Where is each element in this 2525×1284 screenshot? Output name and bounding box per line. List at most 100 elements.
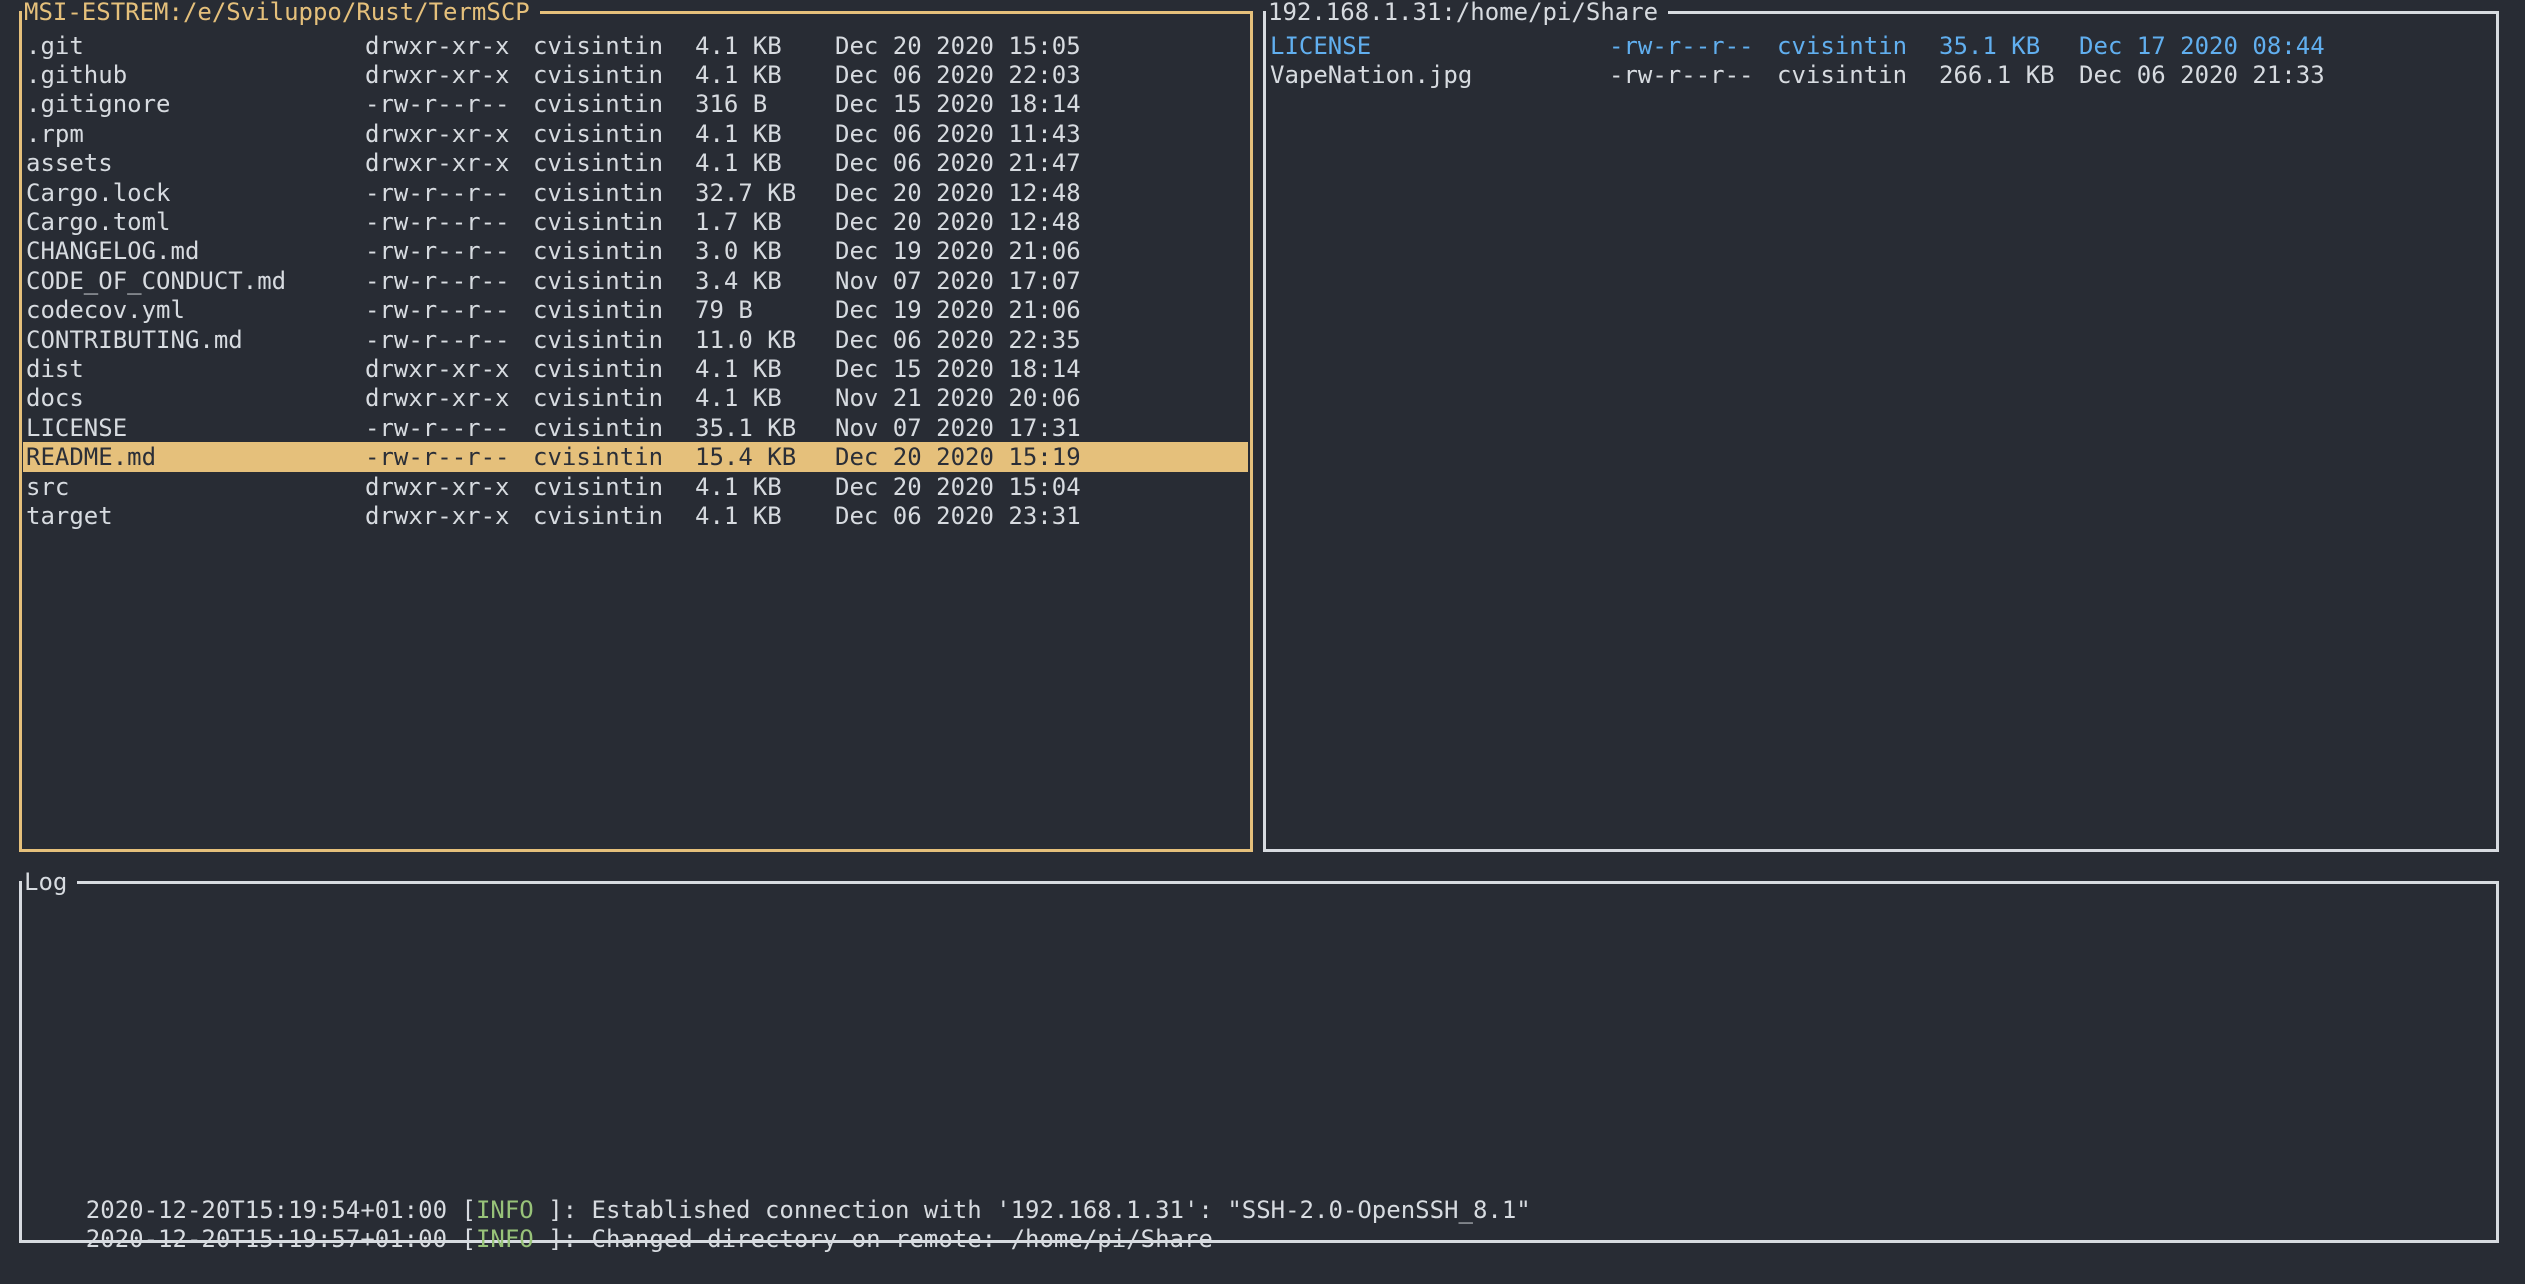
file-size: 15.4 KB [695, 443, 835, 471]
file-row[interactable]: dist drwxr-xr-x cvisintin 4.1 KB Dec 15 … [23, 354, 1248, 383]
file-permissions: -rw-r--r-- [1609, 32, 1777, 60]
log-list: 2020-12-20T15:19:54+01:00 [INFO ]: Estab… [22, 1166, 2496, 1240]
file-permissions: drwxr-xr-x [365, 355, 533, 383]
file-permissions: -rw-r--r-- [1609, 61, 1777, 89]
file-owner: cvisintin [533, 355, 695, 383]
file-permissions: -rw-r--r-- [365, 90, 533, 118]
file-modified: Dec 06 2020 11:43 [835, 120, 1248, 148]
file-row[interactable]: assets drwxr-xr-x cvisintin 4.1 KB Dec 0… [23, 149, 1248, 178]
file-size: 4.1 KB [695, 32, 835, 60]
file-name: target [26, 502, 365, 530]
file-owner: cvisintin [533, 296, 695, 324]
file-modified: Dec 06 2020 23:31 [835, 502, 1248, 530]
file-size: 266.1 KB [1939, 61, 2079, 89]
file-name: LICENSE [26, 414, 365, 442]
file-modified: Dec 15 2020 18:14 [835, 90, 1248, 118]
file-name: CONTRIBUTING.md [26, 326, 365, 354]
file-row[interactable]: .git drwxr-xr-x cvisintin 4.1 KB Dec 20 … [23, 31, 1248, 60]
file-permissions: drwxr-xr-x [365, 473, 533, 501]
file-row[interactable]: codecov.yml -rw-r--r-- cvisintin 79 B De… [23, 296, 1248, 325]
file-permissions: -rw-r--r-- [365, 179, 533, 207]
file-row[interactable]: docs drwxr-xr-x cvisintin 4.1 KB Nov 21 … [23, 384, 1248, 413]
file-owner: cvisintin [533, 149, 695, 177]
file-name: .gitignore [26, 90, 365, 118]
file-size: 1.7 KB [695, 208, 835, 236]
file-size: 4.1 KB [695, 355, 835, 383]
file-row[interactable]: LICENSE -rw-r--r-- cvisintin 35.1 KB Nov… [23, 413, 1248, 442]
file-size: 35.1 KB [1939, 32, 2079, 60]
file-row[interactable]: Cargo.lock -rw-r--r-- cvisintin 32.7 KB … [23, 178, 1248, 207]
file-name: .git [26, 32, 365, 60]
file-modified: Dec 20 2020 15:05 [835, 32, 1248, 60]
file-size: 32.7 KB [695, 179, 835, 207]
file-owner: cvisintin [533, 384, 695, 412]
file-name: .github [26, 61, 365, 89]
file-owner: cvisintin [533, 90, 695, 118]
file-owner: cvisintin [533, 267, 695, 295]
file-row[interactable]: .gitignore -rw-r--r-- cvisintin 316 B De… [23, 90, 1248, 119]
file-name: Cargo.lock [26, 179, 365, 207]
file-owner: cvisintin [1777, 32, 1939, 60]
file-row[interactable]: LICENSE -rw-r--r-- cvisintin 35.1 KB Dec… [1267, 31, 2494, 60]
file-modified: Dec 20 2020 15:04 [835, 473, 1248, 501]
file-owner: cvisintin [533, 237, 695, 265]
file-permissions: -rw-r--r-- [365, 267, 533, 295]
file-name: codecov.yml [26, 296, 365, 324]
file-size: 4.1 KB [695, 61, 835, 89]
file-owner: cvisintin [533, 32, 695, 60]
file-permissions: drwxr-xr-x [365, 384, 533, 412]
file-modified: Dec 19 2020 21:06 [835, 296, 1248, 324]
file-row[interactable]: src drwxr-xr-x cvisintin 4.1 KB Dec 20 2… [23, 472, 1248, 501]
file-permissions: -rw-r--r-- [365, 443, 533, 471]
file-owner: cvisintin [533, 120, 695, 148]
file-row[interactable]: README.md -rw-r--r-- cvisintin 15.4 KB D… [23, 442, 1248, 471]
file-modified: Dec 20 2020 12:48 [835, 179, 1248, 207]
file-row[interactable]: target drwxr-xr-x cvisintin 4.1 KB Dec 0… [23, 501, 1248, 530]
file-modified: Dec 06 2020 22:35 [835, 326, 1248, 354]
file-modified: Nov 07 2020 17:07 [835, 267, 1248, 295]
file-owner: cvisintin [533, 473, 695, 501]
file-name: CODE_OF_CONDUCT.md [26, 267, 365, 295]
log-panel-title: Log [22, 867, 77, 897]
file-owner: cvisintin [1777, 61, 1939, 89]
file-owner: cvisintin [533, 414, 695, 442]
log-message: Changed directory on remote: /home/pi/Sh… [592, 1225, 1213, 1253]
file-row[interactable]: .rpm drwxr-xr-x cvisintin 4.1 KB Dec 06 … [23, 119, 1248, 148]
file-modified: Dec 20 2020 12:48 [835, 208, 1248, 236]
file-permissions: -rw-r--r-- [365, 326, 533, 354]
file-row[interactable]: .github drwxr-xr-x cvisintin 4.1 KB Dec … [23, 60, 1248, 89]
file-name: .rpm [26, 120, 365, 148]
local-file-list: .git drwxr-xr-x cvisintin 4.1 KB Dec 20 … [22, 14, 1250, 849]
file-modified: Dec 19 2020 21:06 [835, 237, 1248, 265]
file-size: 11.0 KB [695, 326, 835, 354]
file-row[interactable]: Cargo.toml -rw-r--r-- cvisintin 1.7 KB D… [23, 207, 1248, 236]
file-owner: cvisintin [533, 208, 695, 236]
file-name: dist [26, 355, 365, 383]
file-size: 3.0 KB [695, 237, 835, 265]
file-size: 4.1 KB [695, 384, 835, 412]
file-owner: cvisintin [533, 443, 695, 471]
file-row[interactable]: CONTRIBUTING.md -rw-r--r-- cvisintin 11.… [23, 325, 1248, 354]
file-row[interactable]: VapeNation.jpg -rw-r--r-- cvisintin 266.… [1267, 60, 2494, 89]
termscp-screen: MSI-ESTREM:/e/Sviluppo/Rust/TermSCP .git… [0, 0, 2525, 1266]
log-timestamp: 2020-12-20T15:19:54+01:00 [ [86, 1196, 476, 1224]
file-permissions: drwxr-xr-x [365, 61, 533, 89]
file-name: docs [26, 384, 365, 412]
file-owner: cvisintin [533, 179, 695, 207]
file-row[interactable]: CODE_OF_CONDUCT.md -rw-r--r-- cvisintin … [23, 266, 1248, 295]
file-permissions: drwxr-xr-x [365, 502, 533, 530]
file-row[interactable]: CHANGELOG.md -rw-r--r-- cvisintin 3.0 KB… [23, 237, 1248, 266]
file-permissions: drwxr-xr-x [365, 32, 533, 60]
file-size: 4.1 KB [695, 149, 835, 177]
file-size: 4.1 KB [695, 120, 835, 148]
file-permissions: -rw-r--r-- [365, 414, 533, 442]
remote-explorer-panel: 192.168.1.31:/home/pi/Share LICENSE -rw-… [1263, 11, 2499, 852]
file-modified: Dec 06 2020 21:33 [2079, 61, 2494, 89]
file-size: 4.1 KB [695, 502, 835, 530]
file-name: LICENSE [1270, 32, 1609, 60]
file-modified: Dec 15 2020 18:14 [835, 355, 1248, 383]
log-separator: ]: [548, 1225, 591, 1253]
file-modified: Dec 06 2020 21:47 [835, 149, 1248, 177]
log-level-badge: INFO [476, 1196, 548, 1224]
file-size: 35.1 KB [695, 414, 835, 442]
